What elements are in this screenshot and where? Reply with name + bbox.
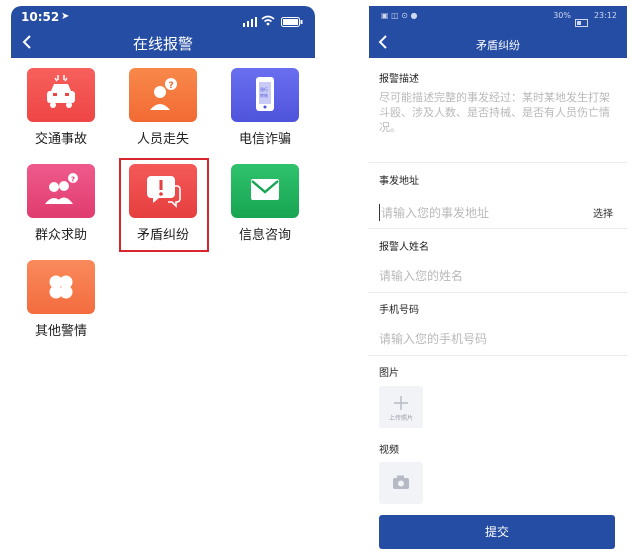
desc-label: 报警描述 xyxy=(379,74,419,85)
address-label: 事发地址 xyxy=(379,176,419,187)
left-phone-screen: 10:52 ➤ 在线报警 交通事故 ? 人员走失 银行 转账 电信诈骗 ? 群众… xyxy=(11,6,315,553)
category-label: 人员走失 xyxy=(136,132,189,147)
phone-number-input[interactable]: 请输入您的手机号码 xyxy=(379,330,487,347)
submit-button[interactable]: 提交 xyxy=(379,515,615,549)
category-telecom-fraud[interactable]: 银行 转账 电信诈骗 xyxy=(215,68,315,147)
category-label: 电信诈骗 xyxy=(238,132,291,147)
divider xyxy=(369,162,627,163)
category-info-consult[interactable]: 信息咨询 xyxy=(215,164,315,243)
category-traffic-accident[interactable]: 交通事故 xyxy=(11,68,111,147)
image-upload-button[interactable]: 上传照片 xyxy=(379,386,423,428)
missing-person-icon: ? xyxy=(129,68,197,122)
crowd-help-icon: ? xyxy=(27,164,95,218)
category-label: 群众求助 xyxy=(34,228,87,243)
status-notification-icons: ▣ ◫ ⊙ ● xyxy=(381,11,418,20)
upload-photo-text: 上传照片 xyxy=(388,415,413,422)
video-upload-button[interactable] xyxy=(379,462,423,504)
location-arrow-icon: ➤ xyxy=(61,11,70,22)
category-label: 交通事故 xyxy=(34,132,87,147)
right-header: ▣ ◫ ⊙ ● 30% 23:12 矛盾纠纷 xyxy=(369,6,627,58)
phone-number-label: 手机号码 xyxy=(379,305,419,316)
category-crowd-help[interactable]: ? 群众求助 xyxy=(11,164,111,243)
battery-percent: 30% xyxy=(553,11,571,20)
svg-text:转账: 转账 xyxy=(260,92,268,98)
category-other[interactable]: 其他警情 xyxy=(11,260,111,339)
image-label: 图片 xyxy=(379,368,399,379)
svg-text:?: ? xyxy=(169,81,174,91)
page-title: 在线报警 xyxy=(132,35,193,53)
address-input[interactable]: 请输入您的事发地址 xyxy=(379,204,489,221)
phone-fraud-icon: 银行 转账 xyxy=(231,68,299,122)
camera-icon xyxy=(393,475,409,489)
left-header: 10:52 ➤ 在线报警 xyxy=(11,6,315,58)
category-missing-person[interactable]: ? 人员走失 xyxy=(113,68,213,147)
car-crash-icon xyxy=(27,68,95,122)
reporter-name-input[interactable]: 请输入您的姓名 xyxy=(379,267,463,284)
page-title: 矛盾纠纷 xyxy=(476,39,520,52)
divider xyxy=(369,292,627,293)
category-label: 信息咨询 xyxy=(238,228,291,243)
status-time: 10:52 xyxy=(21,10,60,24)
signal-icon xyxy=(243,12,257,31)
divider xyxy=(369,228,627,229)
wifi-icon xyxy=(261,11,275,30)
status-time: 23:12 xyxy=(593,11,617,20)
reporter-name-label: 报警人姓名 xyxy=(379,242,429,253)
mail-icon xyxy=(231,164,299,218)
selected-category-highlight xyxy=(119,158,209,252)
right-phone-screen: ▣ ◫ ⊙ ● 30% 23:12 矛盾纠纷 报警描述 尽可能描述完整的事发经过… xyxy=(369,6,627,553)
svg-text:?: ? xyxy=(71,176,75,184)
svg-text:银行: 银行 xyxy=(260,86,268,92)
video-label: 视频 xyxy=(379,445,399,456)
address-select-button[interactable]: 选择 xyxy=(593,205,613,220)
category-label: 其他警情 xyxy=(34,324,87,339)
clover-icon xyxy=(27,260,95,314)
battery-icon xyxy=(575,12,589,31)
description-textarea[interactable]: 尽可能描述完整的事发经过：某时某地发生打架斗殴、涉及人数、是否持械、是否有人员伤… xyxy=(379,90,615,135)
divider xyxy=(369,355,627,356)
battery-icon xyxy=(281,12,303,31)
